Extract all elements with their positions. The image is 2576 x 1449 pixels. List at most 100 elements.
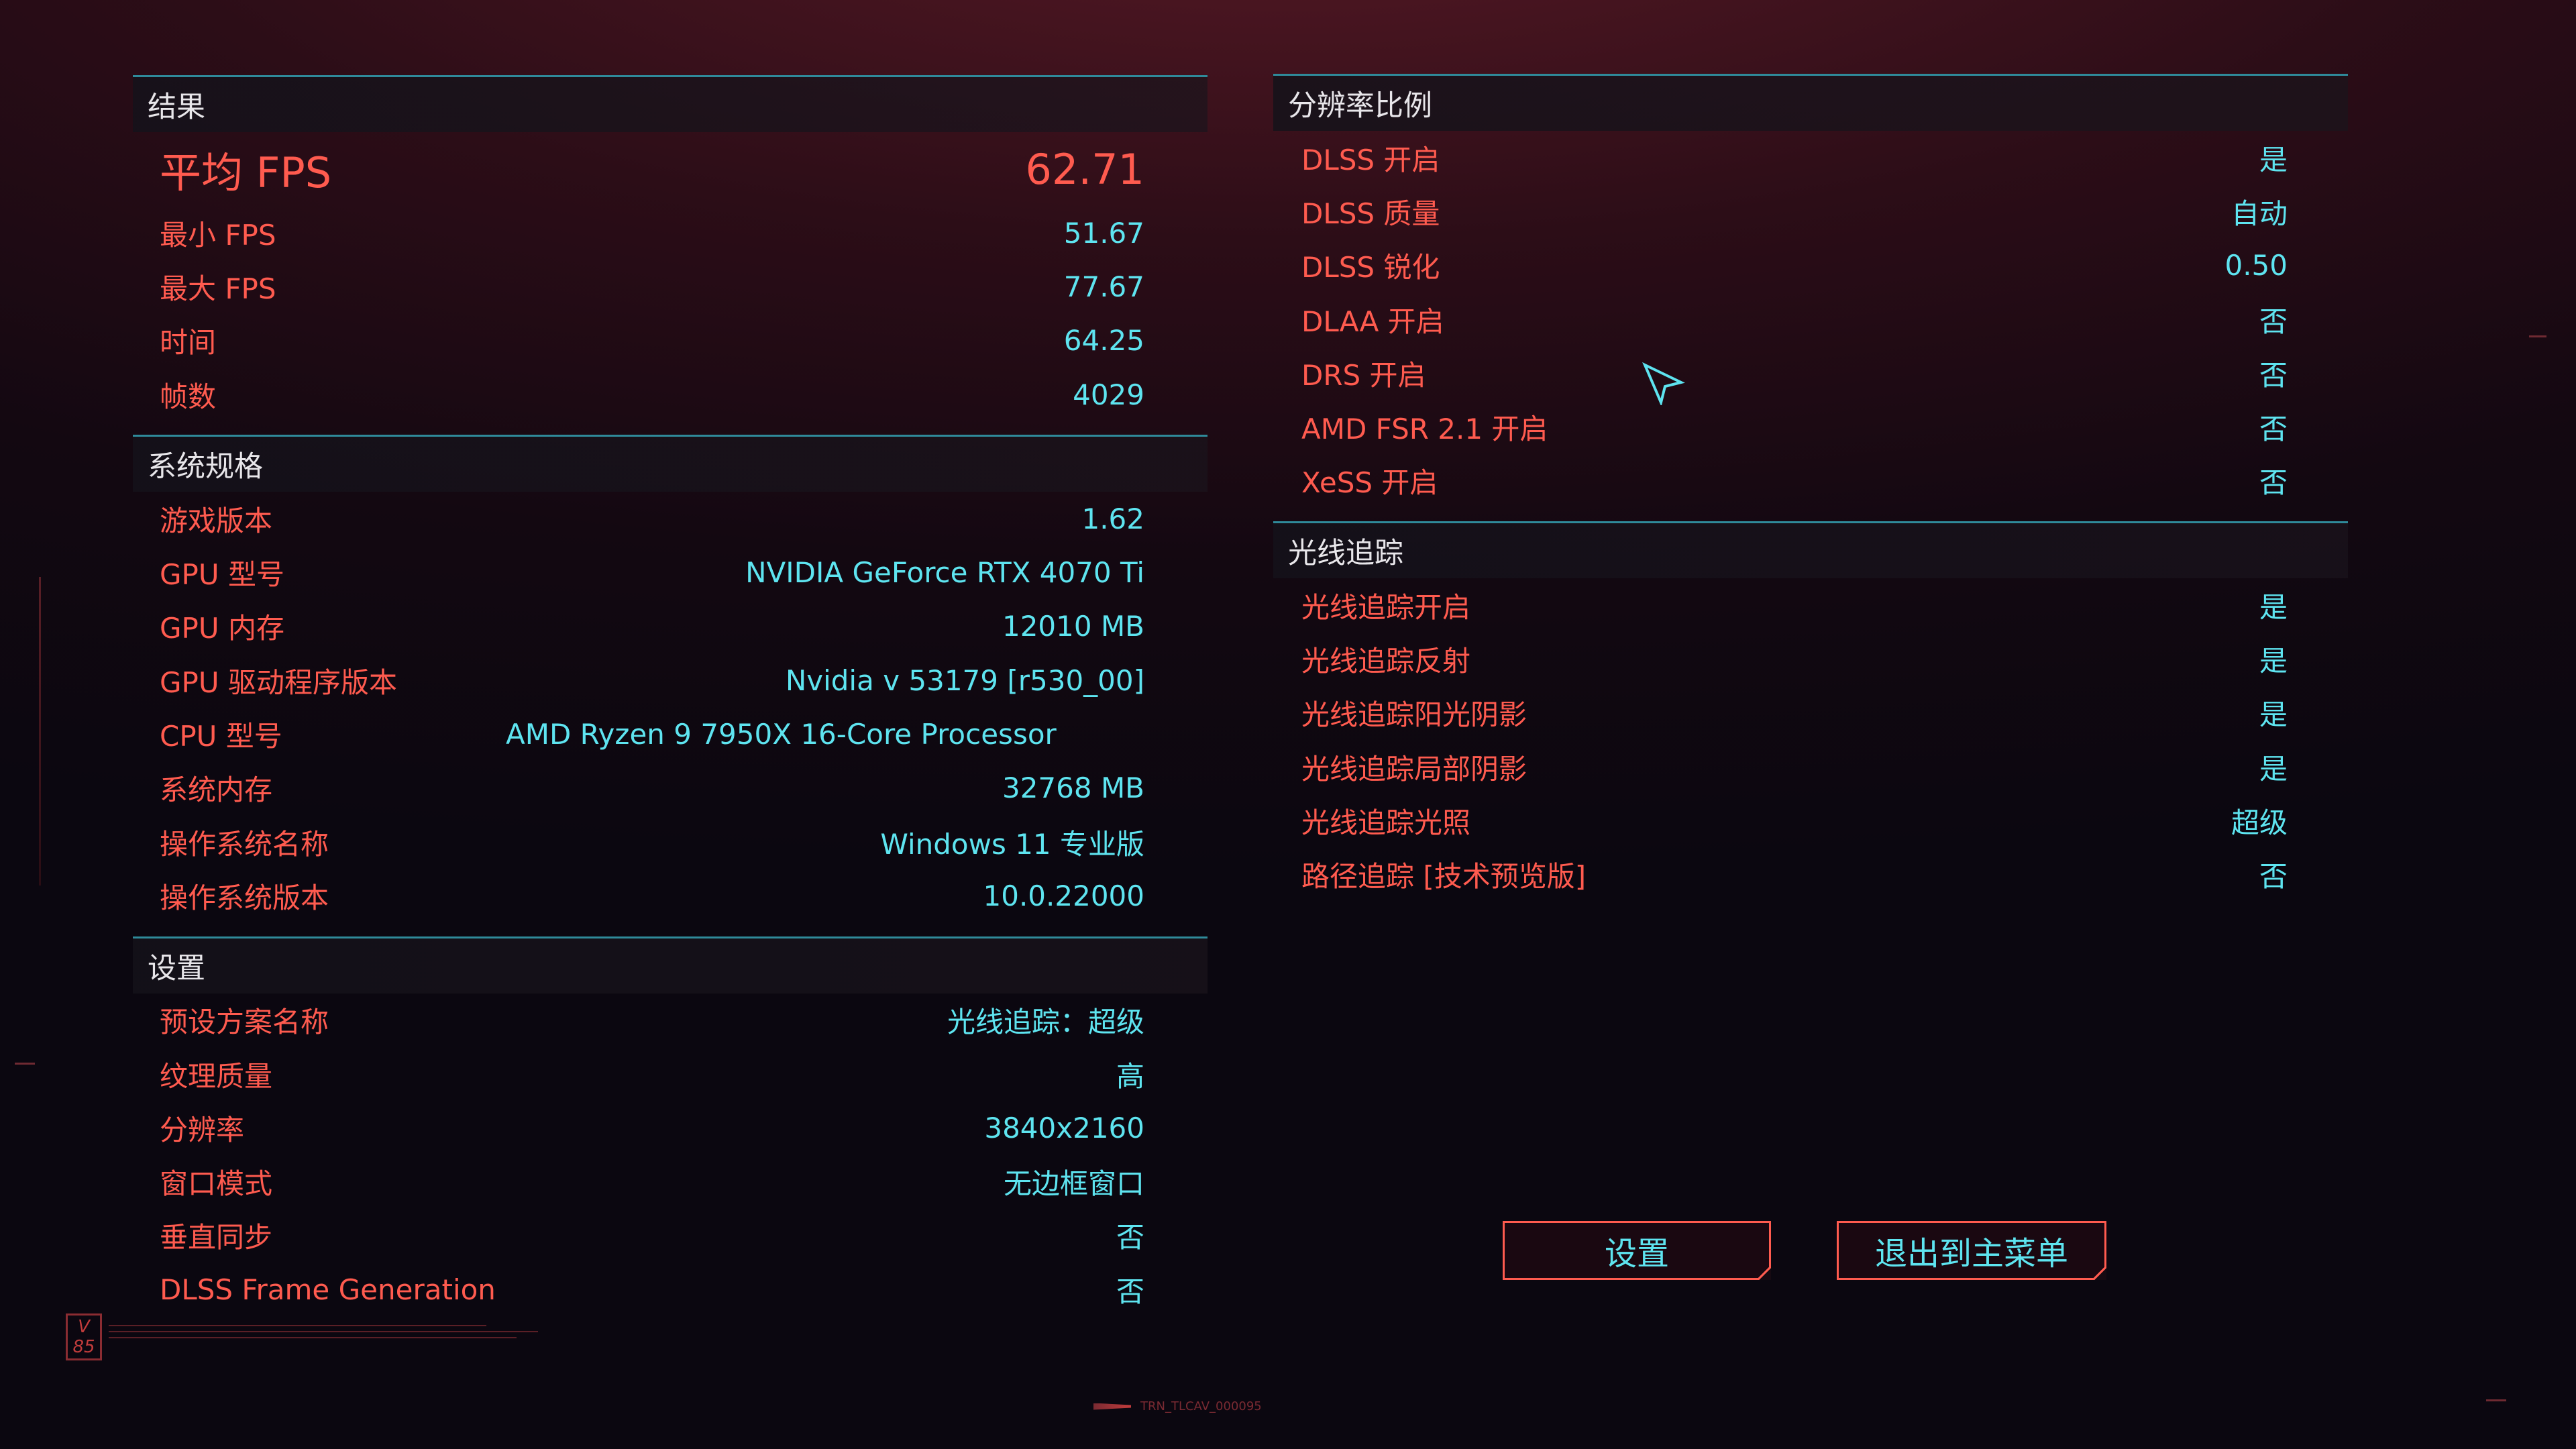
spec-row: CPU 型号 AMD Ryzen 9 7950X 16-Core Process… (160, 707, 1144, 761)
spec-value: 1.62 (1081, 502, 1144, 535)
ray-tracing-value: 是 (2259, 645, 2288, 678)
setting-label: 窗口模式 (160, 1167, 273, 1201)
spec-label: 操作系统版本 (160, 881, 329, 914)
version-badge-icon: V 85 (66, 1313, 102, 1360)
avg-fps-value: 62.71 (1025, 144, 1145, 194)
scaling-label: DRS 开启 (1301, 358, 1426, 392)
spec-label: 系统内存 (160, 773, 273, 807)
cursor-arrow-icon (1642, 362, 1685, 405)
scaling-label: DLSS 质量 (1301, 197, 1440, 230)
ray-tracing-value: 否 (2259, 860, 2288, 894)
ray-tracing-label: 光线追踪阳光阴影 (1301, 698, 1527, 732)
setting-value: 高 (1116, 1059, 1144, 1093)
spec-label: 操作系统名称 (160, 827, 329, 861)
spec-label: GPU 驱动程序版本 (160, 665, 397, 699)
spec-row: GPU 型号 NVIDIA GeForce RTX 4070 Ti (160, 545, 1144, 599)
ray-tracing-value: 是 (2259, 752, 2288, 786)
settings-header: 设置 (133, 938, 1208, 994)
fine-print-block (109, 1323, 538, 1343)
spec-value: 10.0.22000 (983, 879, 1144, 912)
spec-row: GPU 内存 12010 MB (160, 600, 1144, 653)
result-value: 4029 (1073, 378, 1144, 411)
spec-value: NVIDIA GeForce RTX 4070 Ti (745, 556, 1144, 590)
ray-tracing-row: 光线追踪阳光阴影 是 (1301, 686, 2288, 740)
scaling-value: 否 (2259, 305, 2288, 338)
setting-value: 否 (1116, 1275, 1144, 1308)
ray-tracing-row: 光线追踪光照 超级 (1301, 794, 2288, 847)
settings-button[interactable]: 设置 (1503, 1221, 1771, 1280)
build-id-label: TRN_TLCAV_000095 (1093, 1399, 1262, 1413)
spec-row: 操作系统版本 10.0.22000 (160, 869, 1144, 922)
system-section: 系统规格 游戏版本 1.62 GPU 型号 NVIDIA GeForce RTX… (133, 435, 1208, 922)
setting-value: 光线追踪：超级 (947, 1006, 1144, 1039)
result-label: 最小 FPS (160, 218, 276, 252)
avg-fps-label: 平均 FPS (160, 148, 332, 197)
result-value: 77.67 (1063, 270, 1144, 303)
scaling-row: DRS 开启 否 (1301, 346, 2288, 400)
result-row: 最小 FPS 51.67 (160, 206, 1144, 260)
spec-value: Windows 11 专业版 (880, 827, 1144, 861)
ray-tracing-label: 路径追踪 [技术预览版] (1301, 860, 1587, 894)
ray-tracing-section: 光线追踪 光线追踪开启 是 光线追踪反射 是 光线追踪阳光阴影 是 光线追踪局部… (1273, 521, 2348, 902)
result-label: 时间 (160, 326, 217, 360)
decor-mark-bottom-right (2486, 1399, 2506, 1401)
ray-tracing-row: 路径追踪 [技术预览版] 否 (1301, 848, 2288, 902)
setting-row: DLSS Frame Generation 否 (160, 1263, 1144, 1316)
scaling-row: AMD FSR 2.1 开启 否 (1301, 400, 2288, 453)
ray-tracing-value: 是 (2259, 590, 2288, 624)
scaling-row: XeSS 开启 否 (1301, 454, 2288, 508)
result-value: 64.25 (1063, 324, 1144, 358)
decor-mark-left (15, 1063, 35, 1065)
setting-label: 预设方案名称 (160, 1006, 329, 1039)
scaling-label: DLSS 锐化 (1301, 251, 1440, 284)
scaling-value: 自动 (2231, 197, 2288, 230)
setting-row: 垂直同步 否 (160, 1209, 1144, 1263)
spec-label: CPU 型号 (160, 720, 282, 753)
setting-row: 纹理质量 高 (160, 1047, 1144, 1101)
scaling-value: 否 (2259, 413, 2288, 446)
spec-label: GPU 内存 (160, 612, 284, 645)
spec-label: 游戏版本 (160, 504, 273, 537)
ray-tracing-label: 光线追踪反射 (1301, 645, 1471, 678)
build-id-text: TRN_TLCAV_000095 (1140, 1399, 1262, 1413)
build-id-bar-icon (1093, 1403, 1131, 1410)
setting-value: 无边框窗口 (1003, 1167, 1144, 1201)
result-row: 最大 FPS 77.67 (160, 260, 1144, 313)
setting-value: 3840x2160 (984, 1111, 1144, 1144)
setting-label: 纹理质量 (160, 1059, 273, 1093)
spec-row: 游戏版本 1.62 (160, 492, 1144, 545)
setting-label: DLSS Frame Generation (160, 1273, 496, 1306)
settings-section: 设置 预设方案名称 光线追踪：超级 纹理质量 高 分辨率 3840x2160 窗… (133, 936, 1208, 1317)
scaling-value: 否 (2259, 466, 2288, 500)
exit-to-main-menu-button[interactable]: 退出到主菜单 (1837, 1221, 2106, 1280)
setting-row: 窗口模式 无边框窗口 (160, 1155, 1144, 1208)
left-panel: 结果 平均 FPS 62.71 最小 FPS 51.67 最大 FPS 77.6… (133, 75, 1208, 1316)
setting-row: 分辨率 3840x2160 (160, 1101, 1144, 1155)
results-header: 结果 (133, 77, 1208, 132)
ray-tracing-header: 光线追踪 (1273, 523, 2348, 579)
setting-label: 垂直同步 (160, 1221, 273, 1254)
ray-tracing-row: 光线追踪开启 是 (1301, 578, 2288, 632)
avg-fps-row: 平均 FPS 62.71 (160, 132, 1144, 206)
spec-label: GPU 型号 (160, 558, 284, 592)
scaling-row: DLAA 开启 否 (1301, 292, 2288, 346)
spec-value: 32768 MB (1002, 771, 1144, 805)
scaling-value: 否 (2259, 358, 2288, 392)
right-panel: 分辨率比例 DLSS 开启 是 DLSS 质量 自动 DLSS 锐化 0.50 … (1273, 74, 2348, 902)
spec-row: 操作系统名称 Windows 11 专业版 (160, 815, 1144, 869)
spec-value: 12010 MB (1002, 610, 1144, 643)
ray-tracing-value: 是 (2259, 698, 2288, 732)
decor-mark-right (2529, 335, 2546, 337)
ray-tracing-label: 光线追踪局部阴影 (1301, 752, 1527, 786)
results-section: 结果 平均 FPS 62.71 最小 FPS 51.67 最大 FPS 77.6… (133, 75, 1208, 421)
scaling-label: XeSS 开启 (1301, 466, 1438, 500)
spec-value: AMD Ryzen 9 7950X 16-Core Processor (506, 718, 1057, 751)
spec-value: Nvidia v 53179 [r530_00] (785, 663, 1144, 697)
scaling-label: DLSS 开启 (1301, 143, 1440, 176)
setting-label: 分辨率 (160, 1113, 245, 1146)
scaling-row: DLSS 开启 是 (1301, 131, 2288, 184)
ray-tracing-row: 光线追踪反射 是 (1301, 632, 2288, 686)
scaling-label: AMD FSR 2.1 开启 (1301, 413, 1548, 446)
badge-bottom-text: 85 (72, 1337, 95, 1357)
resolution-scaling-section: 分辨率比例 DLSS 开启 是 DLSS 质量 自动 DLSS 锐化 0.50 … (1273, 74, 2348, 508)
